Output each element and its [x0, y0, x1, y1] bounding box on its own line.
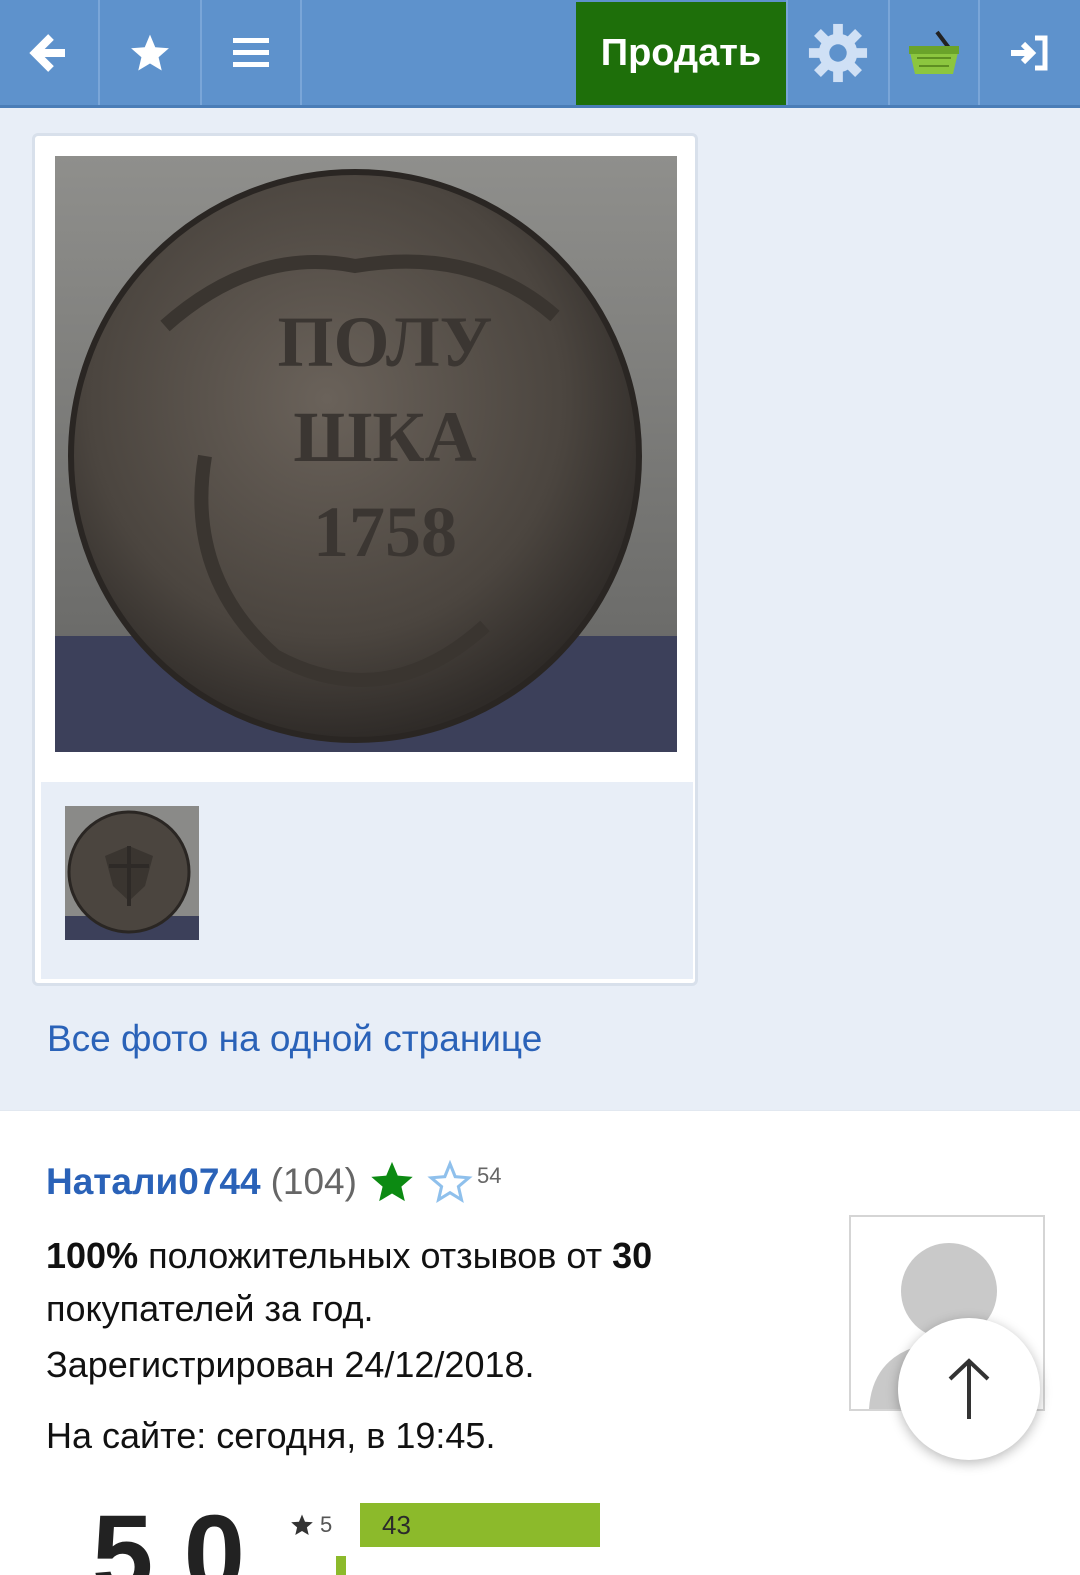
- scroll-to-top-button[interactable]: [898, 1318, 1040, 1460]
- seller-name-link[interactable]: Натали0744: [46, 1161, 261, 1203]
- feedback-percent: 100%: [46, 1235, 139, 1276]
- arrow-left-icon: [29, 33, 65, 72]
- coin-obverse-thumbnail: [65, 806, 199, 940]
- feedback-buyers: 30: [612, 1235, 653, 1276]
- svg-text:ШКА: ШКА: [293, 397, 476, 477]
- seller-header: Натали0744 (104) 54: [46, 1159, 501, 1205]
- gear-icon: [808, 23, 868, 82]
- svg-text:1758: 1758: [313, 492, 457, 572]
- rating-stars-label: 5: [320, 1512, 333, 1537]
- photo-gallery: ПОЛУ ШКА 1758: [32, 133, 698, 986]
- star-icon: [131, 34, 169, 70]
- rating-bar: [336, 1556, 346, 1575]
- login-button[interactable]: [980, 0, 1080, 105]
- coin-reverse-photo: ПОЛУ ШКА 1758: [55, 156, 677, 752]
- settings-button[interactable]: [786, 0, 890, 105]
- rating-bar: 43: [360, 1503, 600, 1547]
- sell-button[interactable]: Продать: [576, 2, 786, 105]
- rating-row-5: 5 43: [290, 1503, 600, 1547]
- all-photos-link[interactable]: Все фото на одной странице: [47, 1018, 542, 1060]
- star-count: 54: [476, 1163, 502, 1188]
- feedback-text-1: положительных отзывов от: [138, 1235, 613, 1276]
- rating-bar-count: 43: [382, 1509, 411, 1540]
- registration-date: Зарегистрирован 24/12/2018.: [46, 1344, 535, 1385]
- back-button[interactable]: [0, 0, 100, 105]
- basket-icon: [909, 30, 959, 74]
- seller-review-count: (104): [270, 1161, 357, 1202]
- hamburger-icon: [233, 37, 269, 67]
- top-navigation: Продать: [0, 0, 1080, 108]
- star-filled-icon: [371, 1161, 413, 1202]
- thumbnail[interactable]: [65, 806, 199, 940]
- svg-text:ПОЛУ: ПОЛУ: [278, 302, 493, 382]
- rating-score: 5.0: [92, 1493, 245, 1575]
- login-icon: [1011, 35, 1048, 70]
- rating-row-4: [290, 1556, 346, 1575]
- favorites-button[interactable]: [100, 0, 202, 105]
- main-photo[interactable]: ПОЛУ ШКА 1758: [55, 156, 677, 752]
- arrow-up-icon: [948, 1358, 990, 1419]
- star-outline-icon: [427, 1159, 473, 1204]
- feedback-summary: 100% положительных отзывов от 30 покупат…: [46, 1229, 766, 1335]
- star-icon: [291, 1514, 313, 1535]
- feedback-text-2: покупателей за год.: [46, 1288, 374, 1329]
- thumbnail-strip: [41, 782, 693, 979]
- menu-button[interactable]: [202, 0, 302, 105]
- basket-button[interactable]: [890, 0, 980, 105]
- last-online: На сайте: сегодня, в 19:45.: [46, 1415, 496, 1456]
